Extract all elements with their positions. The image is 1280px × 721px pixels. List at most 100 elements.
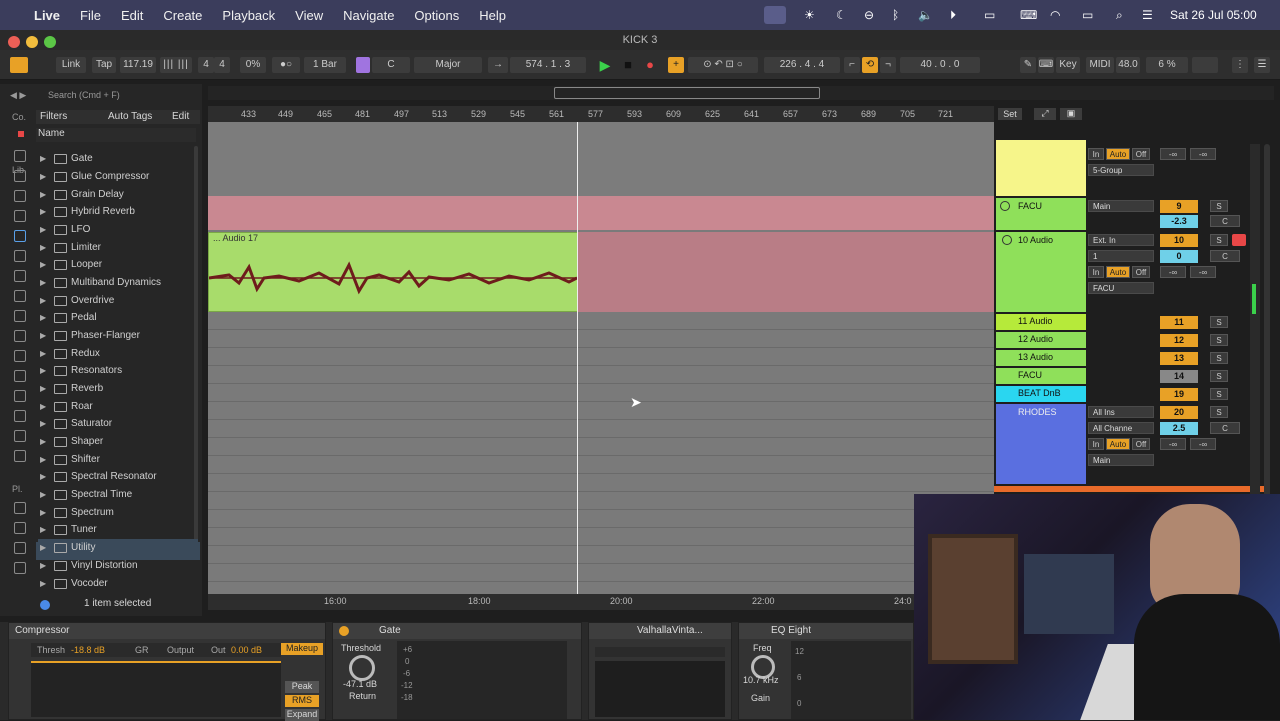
volume-field[interactable]: -2.3 [1160, 215, 1198, 228]
instruments-icon[interactable] [14, 190, 26, 202]
computer-keyboard-icon[interactable]: ⌨ [1038, 57, 1054, 73]
overdub-icon[interactable]: + [668, 57, 684, 73]
threshold-knob[interactable] [349, 655, 375, 681]
record-button[interactable]: ● [642, 57, 658, 73]
solo-button[interactable]: S [1210, 406, 1228, 418]
input-type-dropdown[interactable]: All Ins [1088, 406, 1154, 418]
list-item[interactable]: ▶ Limiter [38, 239, 198, 256]
monitor-in-button[interactable]: In [1088, 266, 1104, 278]
draw-mode-icon[interactable]: ✎ [1020, 57, 1036, 73]
minimize-window-button[interactable] [26, 36, 38, 48]
monitor-auto-button[interactable]: Auto [1106, 148, 1130, 160]
group-fold-icon[interactable] [1000, 201, 1010, 211]
valhalla-title[interactable]: ValhallaVinta... [589, 623, 731, 639]
list-item[interactable]: ▶ Reverb [38, 380, 198, 397]
track-header[interactable]: BEAT DnB 19 S [994, 386, 1268, 402]
list-item[interactable]: ▶ Gate [38, 150, 198, 167]
solo-button[interactable]: S [1210, 234, 1228, 246]
stop-button[interactable]: ■ [620, 57, 636, 73]
swing-field[interactable]: 0% [240, 57, 266, 73]
wifi-icon[interactable]: ◠ [1050, 0, 1060, 30]
track-activator[interactable]: 12 [1160, 334, 1198, 347]
loop-length-field[interactable]: 40 . 0 . 0 [900, 57, 980, 73]
set-locator-button[interactable]: Set [998, 108, 1022, 120]
filters-button[interactable]: Filters [40, 111, 67, 122]
list-item[interactable]: ▶ Glue Compressor [38, 168, 198, 185]
bluetooth-icon[interactable]: ᛒ [892, 0, 899, 30]
input-channel-dropdown[interactable]: All Channe [1088, 422, 1154, 434]
track-activator[interactable]: 14 [1160, 370, 1198, 383]
loop-toggle-icon[interactable]: ⟲ [862, 57, 878, 73]
track-name[interactable]: FACU [996, 368, 1086, 384]
overview-viewport[interactable] [554, 87, 820, 99]
close-window-button[interactable] [8, 36, 20, 48]
track-activator[interactable]: 9 [1160, 200, 1198, 213]
list-item[interactable]: ▶ Shaper [38, 433, 198, 450]
play-circle-icon[interactable]: ⏵ [950, 0, 956, 30]
monitor-off-button[interactable]: Off [1132, 438, 1150, 450]
modulators-icon[interactable] [14, 250, 26, 262]
menu-navigate[interactable]: Navigate [343, 8, 394, 23]
auto-tags-button[interactable]: Auto Tags [108, 111, 152, 122]
collection-red-icon[interactable] [18, 131, 24, 137]
menu-options[interactable]: Options [414, 8, 459, 23]
track-activator[interactable]: 20 [1160, 406, 1198, 419]
track-header[interactable]: In Auto Off 5-Group -∞ -∞ [994, 140, 1268, 196]
lock-icon[interactable]: ▣ [1060, 108, 1082, 120]
menu-view[interactable]: View [295, 8, 323, 23]
browser-search-input[interactable]: Search (Cmd + F) [48, 88, 198, 102]
plugins-icon[interactable] [14, 290, 26, 302]
grooves-icon[interactable] [14, 350, 26, 362]
list-item[interactable]: ▶ Roar [38, 398, 198, 415]
settings-icon[interactable]: ☰ [1254, 57, 1270, 73]
zoom-window-button[interactable] [44, 36, 56, 48]
track-header[interactable] [994, 486, 1268, 492]
eq-title[interactable]: EQ Eight [739, 623, 913, 639]
list-item[interactable]: ▶ Spectrum [38, 504, 198, 521]
gate-device[interactable]: Gate Threshold -47.1 dB Return +6 0 -6 -… [332, 622, 582, 720]
timeline-ruler[interactable]: 433 449 465 481 497 513 529 545 561 577 … [208, 106, 994, 122]
output-dropdown[interactable]: 5-Group [1088, 164, 1154, 176]
samples-icon[interactable] [14, 330, 26, 342]
packs-icon[interactable] [14, 430, 26, 442]
track-header[interactable]: RHODES All Ins All Channe In Auto Off Ma… [994, 404, 1268, 484]
overview-icon[interactable]: ⋮ [1232, 57, 1248, 73]
list-item[interactable]: ▶ Spectral Resonator [38, 468, 198, 485]
menu-help[interactable]: Help [479, 8, 506, 23]
keyboard-icon[interactable]: ⌨ [1020, 0, 1037, 30]
solo-button[interactable]: S [1210, 334, 1228, 346]
sounds-icon[interactable] [14, 150, 26, 162]
output-dropdown[interactable]: FACU [1088, 282, 1154, 294]
monitor-in-button[interactable]: In [1088, 148, 1104, 160]
thresh-value[interactable]: -18.8 dB [71, 645, 105, 655]
volume-field[interactable]: 2.5 [1160, 422, 1198, 435]
compressor-title[interactable]: Compressor [9, 623, 325, 639]
eq-eight-device[interactable]: EQ Eight Freq 10.7 kHz Gain 12 6 0 [738, 622, 914, 720]
midi-map-button[interactable]: MIDI [1086, 57, 1114, 73]
arrangement-view[interactable]: ... Audio 17 ➤ [208, 106, 994, 610]
places-folder-icon[interactable] [14, 542, 26, 554]
pan-field[interactable]: C [1210, 250, 1240, 262]
list-item[interactable]: ▶ Resonators [38, 362, 198, 379]
search-icon[interactable]: ⌕ [1116, 0, 1123, 30]
empty-lanes[interactable] [208, 312, 994, 598]
column-header-name[interactable]: Name [36, 128, 196, 142]
monitor-in-button[interactable]: In [1088, 438, 1104, 450]
user-library-icon[interactable] [14, 502, 26, 514]
monitor-auto-button[interactable]: Auto [1106, 438, 1130, 450]
makeup-button[interactable]: Makeup [281, 643, 323, 655]
loop-start-field[interactable]: 226 . 4 . 4 [764, 57, 840, 73]
brightness-icon[interactable]: ☀ [804, 0, 815, 30]
freq-value[interactable]: 10.7 kHz [743, 675, 779, 685]
track-fold-icon[interactable] [1002, 235, 1012, 245]
list-item[interactable]: ▶ Looper [38, 256, 198, 273]
info-icon[interactable] [40, 600, 50, 610]
pan-field[interactable]: C [1210, 215, 1240, 227]
moon-icon[interactable]: ☾ [836, 0, 847, 30]
menu-playback[interactable]: Playback [222, 8, 275, 23]
screen-mirroring-icon[interactable] [764, 6, 786, 24]
arm-record-button[interactable] [1232, 234, 1246, 246]
track-header[interactable]: FACU 14 S [994, 368, 1268, 384]
track-name[interactable]: BEAT DnB [996, 386, 1086, 402]
browser-edit-button[interactable]: Edit [172, 111, 189, 122]
